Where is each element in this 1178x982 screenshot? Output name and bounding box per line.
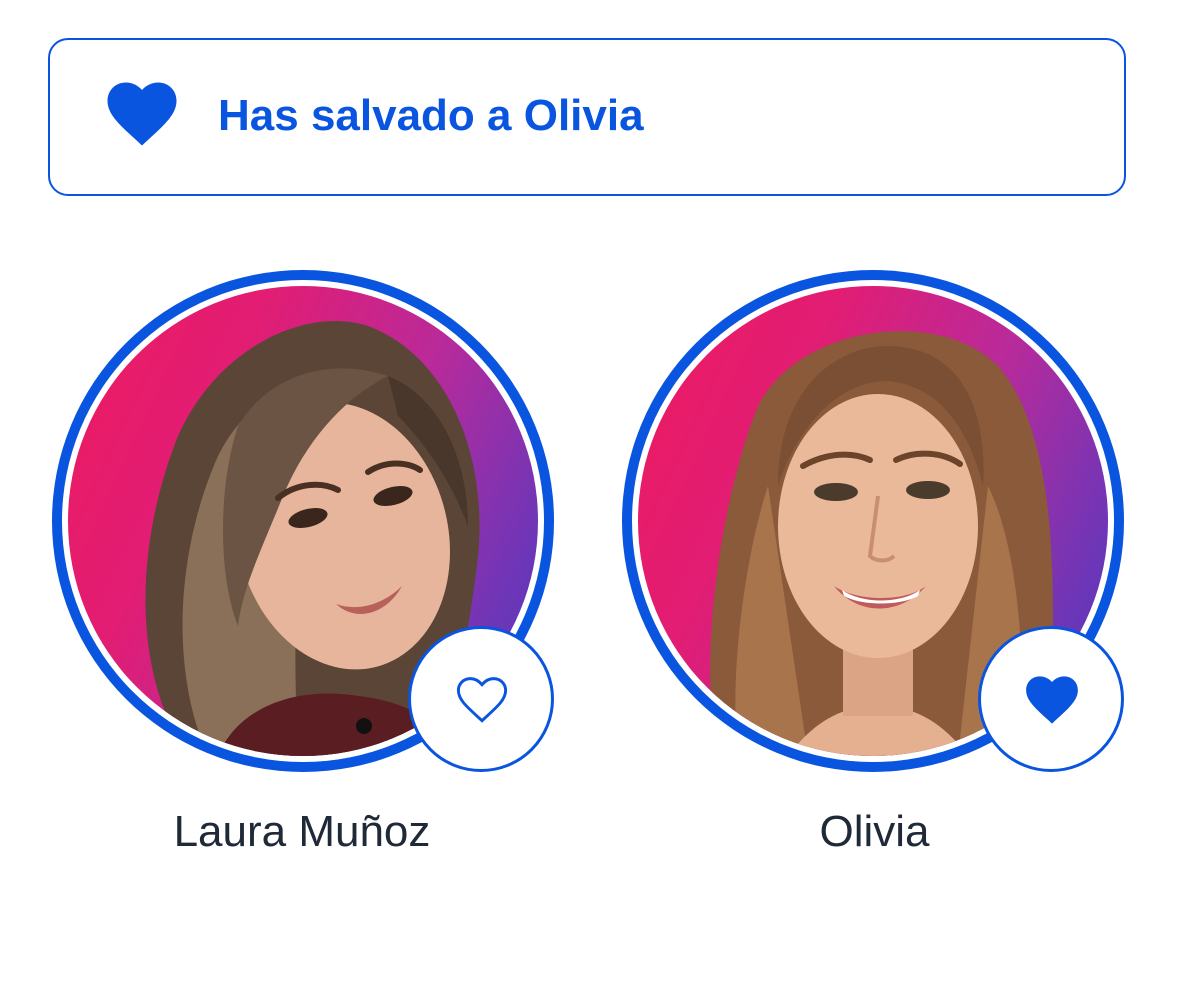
- heart-filled-icon: [107, 82, 177, 146]
- banner-message: Has salvado a Olivia: [218, 91, 644, 140]
- contestant-name: Laura Muñoz: [173, 807, 431, 856]
- vote-button[interactable]: [978, 626, 1124, 772]
- saved-confirmation-banner: Has salvado a Olivia: [48, 38, 1126, 196]
- vote-button[interactable]: [408, 626, 554, 772]
- heart-filled-icon: [1026, 676, 1078, 724]
- contestant-card-olivia[interactable]: Olivia: [622, 270, 1124, 890]
- contestant-card-laura[interactable]: Laura Muñoz: [52, 270, 554, 890]
- contestant-name: Olivia: [819, 807, 930, 856]
- heart-outline-icon: [456, 677, 508, 723]
